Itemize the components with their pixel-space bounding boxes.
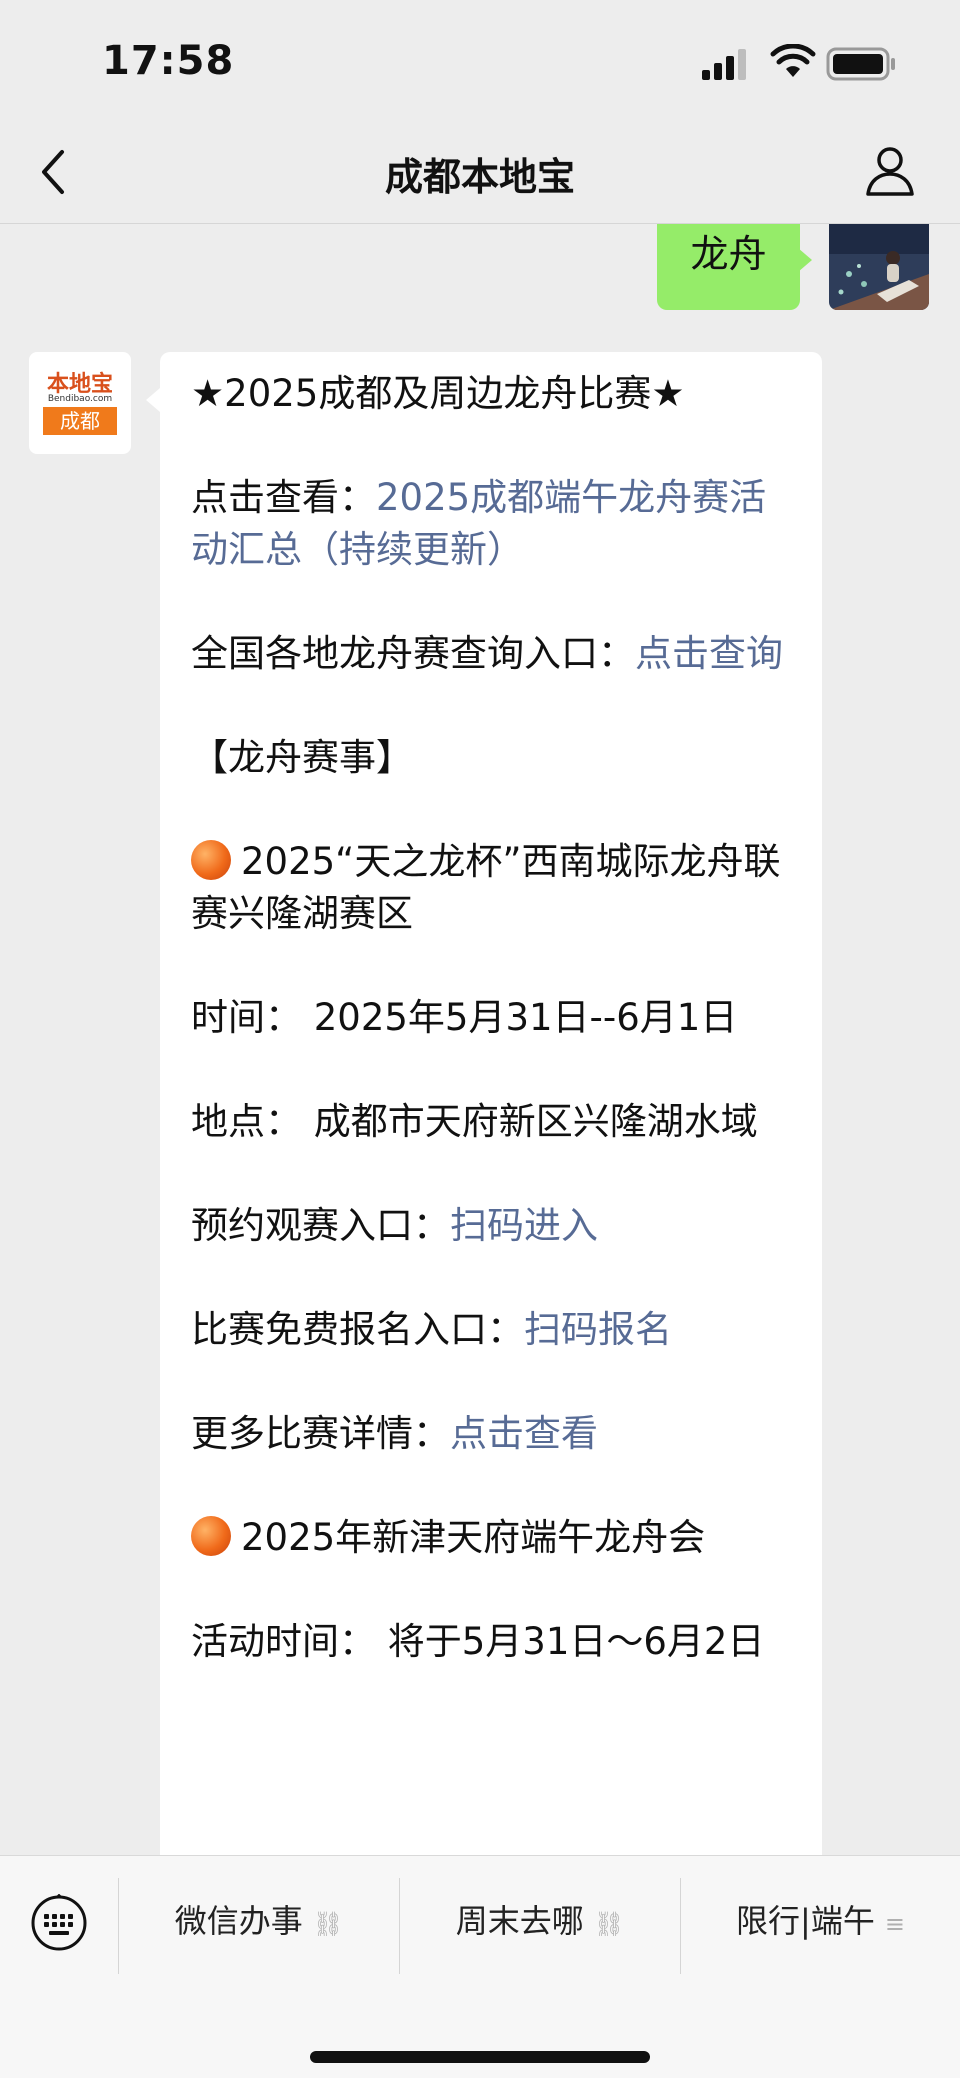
line-prefix: 比赛免费报名入口： <box>191 1308 524 1351</box>
booking-link[interactable]: 扫码进入 <box>450 1204 598 1247</box>
menu-lines-icon: ≡ <box>884 1910 905 1938</box>
status-time: 17:58 <box>102 38 235 84</box>
user-avatar-image <box>829 224 929 310</box>
received-message-bubble[interactable]: ★2025成都及周边龙舟比赛★ 点击查看：2025成都端午龙舟赛活动汇总（持续更… <box>160 352 822 1856</box>
event-title-text: 2025“天之龙杯”西南城际龙舟联赛兴隆湖赛区 <box>191 840 781 935</box>
message-line: 预约观赛入口：扫码进入 <box>191 1200 796 1252</box>
wifi-icon <box>770 44 816 77</box>
menu-item-traffic-festival[interactable]: 限行|端午 ≡ <box>681 1886 960 1956</box>
menu-item-wechat-services[interactable]: 微信办事 ⛓ <box>119 1886 399 1956</box>
message-heading: ★2025成都及周边龙舟比赛★ <box>191 372 685 415</box>
link-icon: ⛓ <box>312 1910 344 1938</box>
profile-icon[interactable] <box>862 142 918 198</box>
national-query-link[interactable]: 点击查询 <box>635 632 783 675</box>
page-title: 成都本地宝 <box>384 155 575 199</box>
message-body: ★2025成都及周边龙舟比赛★ 点击查看：2025成都端午龙舟赛活动汇总（持续更… <box>191 368 796 1720</box>
line-prefix: 预约观赛入口： <box>191 1204 450 1247</box>
sent-message-text: 龙舟 <box>690 232 767 276</box>
line-prefix: 全国各地龙舟赛查询入口： <box>191 632 635 675</box>
event-time: 活动时间： 将于5月31日～6月2日 <box>191 1620 765 1663</box>
menu-item-label: 微信办事 <box>174 1902 303 1940</box>
line-prefix: 更多比赛详情： <box>191 1412 450 1455</box>
menu-item-label: 周末去哪 <box>455 1902 584 1940</box>
event-time: 时间： 2025年5月31日--6月1日 <box>191 996 738 1039</box>
chat-area[interactable]: 龙舟 本地宝 Bendibao.com 成都 ★2025成都及周边龙舟比赛★ 点… <box>0 224 960 1856</box>
menu-item-weekend[interactable]: 周末去哪 ⛓ <box>400 1886 680 1956</box>
user-avatar[interactable] <box>829 224 929 310</box>
battery-icon <box>826 47 895 81</box>
message-line: 更多比赛详情：点击查看 <box>191 1408 796 1460</box>
menu-item-label: 限行|端午 <box>736 1902 875 1940</box>
home-indicator[interactable] <box>310 2051 650 2063</box>
details-link[interactable]: 点击查看 <box>450 1412 598 1455</box>
message-line: 全国各地龙舟赛查询入口：点击查询 <box>191 628 796 680</box>
event-place: 地点： 成都市天府新区兴隆湖水域 <box>191 1100 758 1143</box>
status-bar: 17:58 <box>0 0 960 120</box>
sent-bubble-tail <box>798 248 812 272</box>
message-line: 点击查看：2025成都端午龙舟赛活动汇总（持续更新） <box>191 472 796 576</box>
line-prefix: 点击查看： <box>191 476 376 519</box>
signup-link[interactable]: 扫码报名 <box>524 1308 672 1351</box>
event-title: 2025“天之龙杯”西南城际龙舟联赛兴隆湖赛区 <box>191 836 796 940</box>
orange-ball-icon <box>191 840 231 880</box>
logo-url-text: Bendibao.com <box>47 394 113 404</box>
section-heading: 【龙舟赛事】 <box>191 736 413 779</box>
message-line: 比赛免费报名入口：扫码报名 <box>191 1304 796 1356</box>
logo-city-text: 成都 <box>43 407 117 435</box>
event-title: 2025年新津天府端午龙舟会 <box>191 1512 796 1564</box>
orange-ball-icon <box>191 1516 231 1556</box>
keyboard-icon[interactable] <box>30 1894 88 1952</box>
bottom-menu-bar: 微信办事 ⛓ 周末去哪 ⛓ 限行|端午 ≡ <box>0 1855 960 2078</box>
sent-message-bubble[interactable]: 龙舟 <box>657 224 800 310</box>
official-account-avatar[interactable]: 本地宝 Bendibao.com 成都 <box>29 352 131 454</box>
link-icon: ⛓ <box>593 1910 625 1938</box>
nav-bar: 成都本地宝 <box>0 120 960 224</box>
event-title-text: 2025年新津天府端午龙舟会 <box>241 1516 706 1559</box>
received-bubble-tail <box>146 388 160 412</box>
cellular-signal-icon <box>702 49 746 80</box>
